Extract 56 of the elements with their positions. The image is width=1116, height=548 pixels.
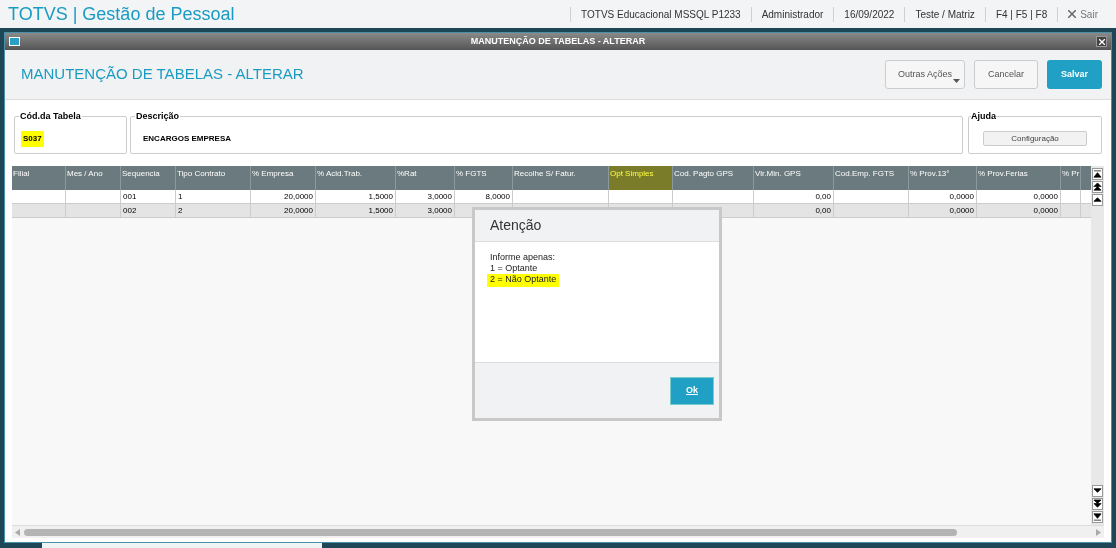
field-value: S037: [21, 130, 44, 147]
dialog-text: 2 = Não Optante: [487, 274, 560, 287]
status-item: Teste / Matriz: [904, 6, 985, 22]
scroll-down-icon[interactable]: [1092, 511, 1103, 523]
more-actions-button[interactable]: Outras Ações: [884, 60, 965, 89]
scroll-thumb[interactable]: [24, 528, 957, 536]
table-cell: 0,0000: [949, 206, 974, 215]
field-label: Descrição: [135, 110, 181, 123]
table-cell: 20,0000: [284, 206, 313, 215]
table-row[interactable]: 001 1 20,0000 1,5000 3,0000 8,0000 0,00 0,0000 0,0000: [12, 190, 1091, 204]
table-cell: 3,0000: [427, 206, 452, 215]
field-value: ENCARGOS EMPRESA: [142, 132, 232, 145]
table-cell: 002: [123, 206, 137, 215]
table-cell: 0,0000: [1033, 206, 1058, 215]
table-cell: 0,0000: [949, 192, 974, 201]
window-icon: [9, 37, 20, 46]
dialog-text: Informe apenas:: [490, 252, 556, 263]
window-title: MANUTENÇÃO DE TABELAS - ALTERAR: [469, 34, 647, 48]
close-button[interactable]: [1096, 36, 1107, 47]
scroll-down-icon[interactable]: [1092, 498, 1103, 510]
status-item: TOTVS Educacional MSSQL P1233: [570, 6, 751, 22]
caret-icon: [952, 79, 960, 83]
table-cell: 3,0000: [427, 192, 452, 201]
scroll-up-icon[interactable]: [1092, 194, 1103, 206]
ok-button[interactable]: Ok: [670, 376, 714, 405]
table-cell: 0,00: [815, 192, 831, 201]
scroll-up-icon[interactable]: [1092, 181, 1103, 193]
table-cell: 0,00: [815, 206, 831, 215]
column-header[interactable]: Opt Simples: [609, 166, 673, 190]
dialog-text: 1 = Optante: [490, 263, 538, 274]
table-cell: 0,0000: [1033, 192, 1058, 201]
cancel-button[interactable]: Cancelar: [973, 60, 1038, 89]
close-icon: [1068, 10, 1077, 18]
table-cell: 8,0000: [485, 192, 510, 201]
scroll-down-icon[interactable]: [1092, 485, 1103, 497]
status-item: F4 | F5 | F8: [984, 6, 1058, 22]
table-cell: 20,0000: [284, 192, 313, 201]
close-icon: [1098, 38, 1105, 45]
table-cell: 001: [123, 192, 137, 201]
configuration-button[interactable]: Configuração: [983, 131, 1087, 146]
table-cell: 1,5000: [368, 192, 393, 201]
status-item: 16/09/2022: [833, 6, 905, 22]
scroll-up-icon[interactable]: [1092, 168, 1103, 180]
table-cell: 2: [178, 206, 183, 215]
app-title: TOTVS | Gestão de Pessoal: [8, 2, 235, 26]
help-label: Ajuda: [971, 110, 996, 123]
table-cell: 1: [178, 192, 183, 201]
form-field[interactable]: Cód.da Tabela S037: [14, 110, 127, 154]
dialog-title: Atenção: [490, 216, 542, 235]
exit-button[interactable]: Sair: [1057, 6, 1108, 22]
save-button[interactable]: Salvar: [1046, 60, 1102, 89]
form-field[interactable]: Descrição ENCARGOS EMPRESA: [130, 110, 963, 154]
status-item: Administrador: [750, 6, 834, 22]
page-title: MANUTENÇÃO DE TABELAS - ALTERAR: [21, 64, 304, 85]
field-label: Cód.da Tabela: [19, 110, 82, 123]
table-cell: 1,5000: [368, 206, 393, 215]
